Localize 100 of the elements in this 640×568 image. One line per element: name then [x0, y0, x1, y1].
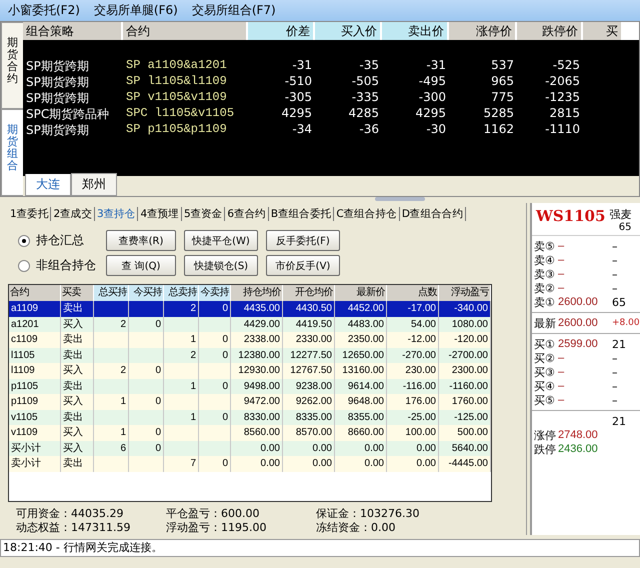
table-row[interactable]: v1105 卖出 1 0 8330.00 8335.00 8355.00 -25.00 -125.00	[9, 410, 491, 425]
side-tab[interactable]: 期货合约	[1, 22, 24, 109]
table-cell-text: -510	[284, 74, 313, 90]
action-button[interactable]: 市价反手(V)	[266, 255, 340, 276]
tab[interactable]: 6查合约	[225, 207, 269, 221]
radio-label: 非组合持仓	[36, 257, 96, 274]
radio-button[interactable]	[18, 260, 30, 272]
menu-item[interactable]: 交易所组合(F7)	[192, 2, 276, 19]
column-header: 卖出价	[382, 22, 449, 40]
table-cell-text: SP v1105&v1109	[125, 90, 228, 106]
table-row[interactable]: p1109 买入 1 0 9472.00 9262.00 9648.00 176.00 1760.00	[9, 394, 491, 410]
action-button[interactable]: 快捷平仓(W)	[184, 230, 258, 251]
table-cell-text: SP p1105&p1109	[125, 122, 228, 138]
column-header: 总卖持	[164, 285, 199, 301]
price-text: –	[558, 254, 566, 266]
price-text: 2600.00	[558, 296, 599, 308]
table-cell-text: SPC期货跨品种	[25, 106, 110, 122]
volume-text: –	[612, 240, 618, 252]
menu-item[interactable]: 小窗委托(F2)	[8, 2, 80, 19]
table-cell-text: SP期货跨期	[25, 122, 90, 138]
tab[interactable]: D查组合合约	[400, 207, 466, 221]
tab[interactable]: B查组合委托	[268, 207, 334, 221]
table-row[interactable]: a1109 卖出 2 0 4435.00 4430.50 4452.00 -17.00 -340.00	[9, 301, 491, 316]
tab[interactable]: 5查资金	[182, 207, 226, 221]
volume-text: 65	[618, 222, 632, 233]
radio-button[interactable]	[18, 234, 30, 246]
exchange-tab[interactable]: 大连	[25, 174, 71, 196]
table-row[interactable]: p1105 卖出 1 0 9498.00 9238.00 9614.00 -116.00 -1160.00	[9, 378, 491, 394]
table-row[interactable]: 买小计 买入 6 0 0.00 0.00 0.00 0.00 5640.00	[9, 440, 491, 456]
radio-label: 持仓汇总	[36, 232, 84, 249]
side-tab[interactable]: 期货组合	[1, 109, 24, 196]
tab[interactable]: 4查预埋	[138, 207, 182, 221]
column-header: 今卖持	[199, 285, 231, 301]
table-cell-text: 1162	[482, 122, 515, 138]
tab[interactable]: 2查成交	[51, 207, 95, 221]
table-cell-text: -335	[350, 90, 380, 106]
column-header: 买	[583, 22, 623, 40]
column-header: 开仓均价	[283, 285, 335, 301]
table-cell-text: -300	[418, 90, 447, 106]
table-cell-text: SP l1105&l1109	[125, 74, 228, 90]
level-label: 买①	[534, 336, 556, 352]
summary-text: 冻结资金：0.00	[316, 520, 396, 534]
column-header: 合约	[123, 22, 248, 40]
tab[interactable]: 1查委托	[8, 207, 52, 221]
price-text: –	[558, 268, 566, 280]
level-label: 卖①	[534, 294, 556, 310]
level-label: 卖④	[534, 252, 556, 268]
column-header: 价差	[248, 22, 315, 40]
action-button[interactable]: 快捷锁仓(S)	[184, 255, 258, 276]
table-row[interactable]: v1109 买入 1 0 8560.00 8570.00 8660.00 100.00 500.00	[9, 425, 491, 440]
table-cell-text: -34	[291, 122, 313, 138]
exchange-tab[interactable]: 郑州	[71, 173, 117, 196]
volume-text: 65	[612, 296, 627, 308]
column-header: 涨停价	[449, 22, 517, 40]
table-cell-text: -505	[350, 74, 380, 90]
table-cell: 0.00	[231, 456, 283, 472]
table-cell-text: -2065	[544, 74, 581, 90]
table-cell-text: 4295	[414, 106, 447, 122]
volume-text: 21	[612, 414, 627, 428]
column-header: 跌停价	[517, 22, 583, 40]
level-label: 买④	[534, 378, 556, 394]
price-text: –	[558, 380, 566, 392]
action-button[interactable]: 查 询(Q)	[106, 255, 176, 276]
price-text: –	[558, 366, 566, 378]
menu-item[interactable]: 交易所单腿(F6)	[94, 2, 178, 19]
volume-text: –	[612, 366, 618, 378]
level-label: 买⑤	[534, 392, 556, 408]
column-header: 买卖	[61, 285, 94, 301]
table-row[interactable]: l1105 卖出 2 0 12380.00 12277.50 12650.00 -270.00 -2700.00	[9, 348, 491, 363]
table-cell-text: -35	[358, 58, 380, 74]
level-label: 卖③	[534, 266, 556, 282]
volume-text: –	[612, 254, 618, 266]
contract-code: WS1105	[536, 207, 606, 227]
table-cell-text: -305	[284, 90, 313, 106]
price-text: –	[558, 394, 566, 406]
status-message: 18:21:40 - 行情网关完成连接。	[0, 539, 640, 557]
limit-label: 跌停	[534, 442, 557, 456]
table-row[interactable]: a1201 买入 2 0 4429.00 4419.50 4483.00 54.00 1080.00	[9, 316, 491, 332]
table-cell-text: SP期货跨期	[25, 90, 90, 106]
table-row[interactable]: 卖小计 卖出 7 0 0.00 0.00 0.00 0.00 -4445.00	[9, 456, 491, 472]
action-button[interactable]: 查费率(R)	[106, 230, 176, 251]
table-cell-text: 5285	[482, 106, 515, 122]
level-label: 买③	[534, 364, 556, 380]
tab[interactable]: 3查持仓	[94, 207, 138, 221]
splitter-handle[interactable]	[375, 197, 425, 201]
column-header: 最新价	[335, 285, 387, 301]
table-row[interactable]: l1109 买入 2 0 12930.00 12767.50 13160.00 230.00 2300.00	[9, 363, 491, 378]
table-cell-text: 775	[490, 90, 515, 106]
table-cell-text: -31	[425, 58, 447, 74]
tab[interactable]: C查组合持仓	[334, 207, 400, 221]
table-cell-text: SPC l1105&v1105	[125, 106, 236, 122]
table-cell-text: 4295	[280, 106, 313, 122]
summary-text: 保证金：103276.30	[316, 506, 420, 520]
table-cell: 0.00	[387, 456, 439, 472]
column-header: 今买持	[129, 285, 164, 301]
volume-text: –	[612, 268, 618, 280]
table-row[interactable]: c1109 卖出 1 0 2338.00 2330.00 2350.00 -12.00 -120.00	[9, 332, 491, 348]
action-button[interactable]: 反手委托(F)	[266, 230, 340, 251]
table-cell: 0.00	[335, 456, 387, 472]
column-header: 点数	[387, 285, 439, 301]
